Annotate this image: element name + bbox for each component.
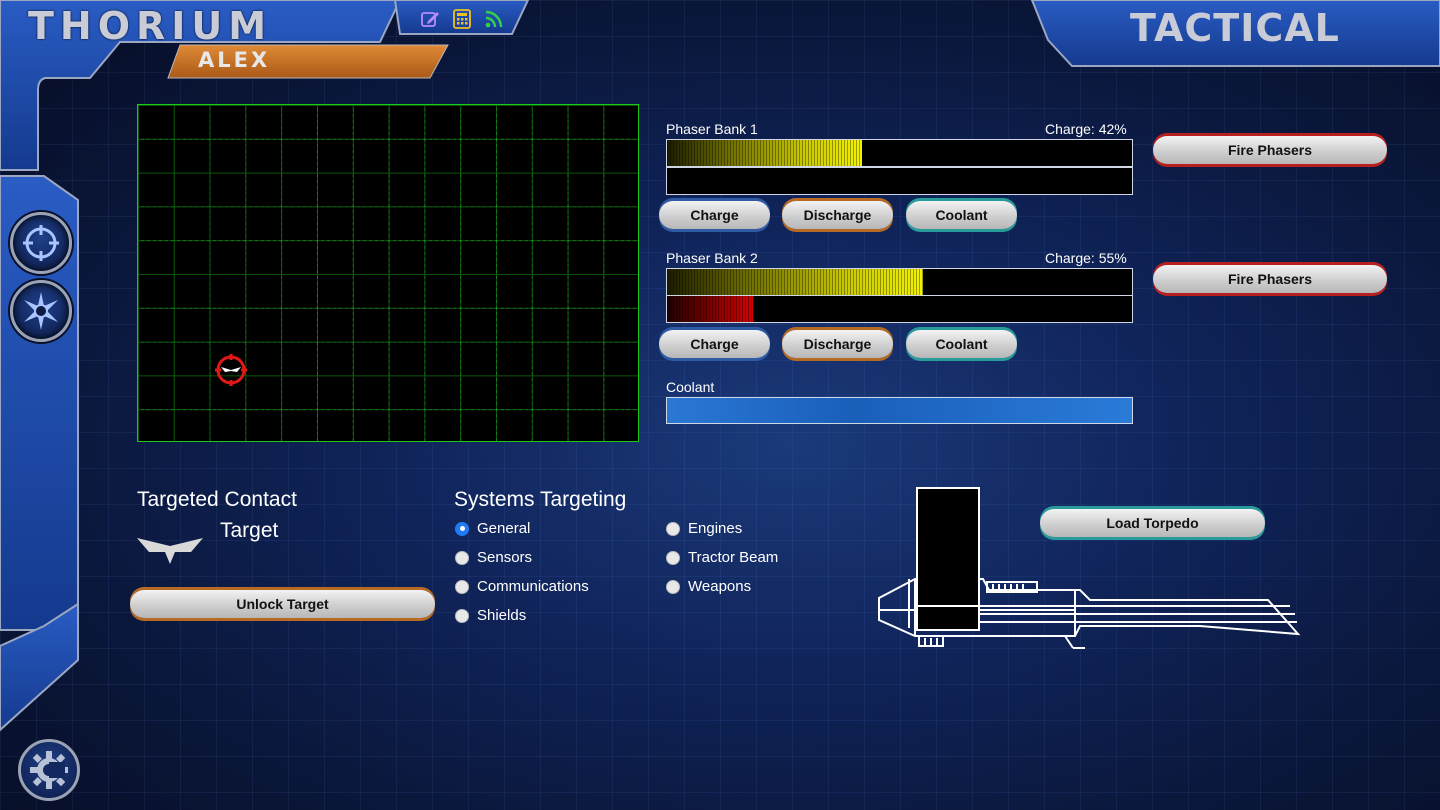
- targeted-contact-heading: Targeted Contact: [137, 488, 297, 511]
- phaser-bank-2-heat-fill: [667, 296, 754, 322]
- system-option-shields[interactable]: Shields: [455, 607, 526, 624]
- radio-icon[interactable]: [666, 521, 680, 536]
- radio-icon[interactable]: [666, 550, 680, 565]
- radio-selected-icon[interactable]: [455, 521, 469, 536]
- phaser-bank-1-label: Phaser Bank 1: [666, 121, 758, 137]
- phaser-bank-1-discharge-button[interactable]: Discharge: [782, 201, 893, 229]
- phaser-bank-1-charge-fill: [667, 140, 863, 166]
- system-option-general[interactable]: General: [455, 520, 530, 537]
- phaser-bank-1-charge-bar: [666, 139, 1133, 167]
- system-option-weapons[interactable]: Weapons: [666, 578, 751, 595]
- station-title: TACTICAL: [1130, 6, 1340, 50]
- app-brand: THORIUM: [28, 4, 273, 48]
- phaser-bank-1-coolant-button[interactable]: Coolant: [906, 201, 1017, 229]
- phaser-bank-2-charge-button[interactable]: Charge: [659, 330, 770, 358]
- phaser-bank-1-charge: Charge: 42%: [1045, 121, 1127, 137]
- phaser-bank-2-heat-bar: [666, 295, 1133, 323]
- coolant-label: Coolant: [666, 379, 715, 395]
- client-name: ALEX: [198, 48, 271, 72]
- system-option-communications[interactable]: Communications: [455, 578, 589, 595]
- systems-targeting-heading: Systems Targeting: [454, 488, 627, 511]
- radio-icon[interactable]: [455, 550, 469, 565]
- phasers-icon[interactable]: [10, 280, 72, 342]
- phaser-bank-1-charge-button[interactable]: Charge: [659, 201, 770, 229]
- edit-icon[interactable]: [419, 8, 441, 30]
- phaser-bank-2-charge-fill: [667, 269, 923, 295]
- calculator-icon[interactable]: [451, 8, 473, 30]
- phaser-bank-2-charge-bar: [666, 268, 1133, 296]
- phaser-bank-2-coolant-button[interactable]: Coolant: [906, 330, 1017, 358]
- system-option-sensors[interactable]: Sensors: [455, 549, 532, 566]
- system-option-engines[interactable]: Engines: [666, 520, 742, 537]
- coolant-level-bar: [666, 397, 1133, 424]
- rss-icon[interactable]: [483, 8, 505, 30]
- target-ship-icon: [137, 538, 203, 564]
- system-option-tractor-beam[interactable]: Tractor Beam: [666, 549, 778, 566]
- fire-phasers-2-button[interactable]: Fire Phasers: [1153, 265, 1387, 293]
- unlock-target-button[interactable]: Unlock Target: [130, 590, 435, 618]
- radio-icon[interactable]: [666, 579, 680, 594]
- fire-phasers-1-button[interactable]: Fire Phasers: [1153, 136, 1387, 164]
- phaser-bank-2-discharge-button[interactable]: Discharge: [782, 330, 893, 358]
- load-torpedo-button[interactable]: Load Torpedo: [1040, 509, 1265, 537]
- target-name: Target: [220, 519, 279, 542]
- phaser-bank-2-charge: Charge: 55%: [1045, 250, 1127, 266]
- phaser-bank-2-label: Phaser Bank 2: [666, 250, 758, 266]
- targeting-icon[interactable]: [10, 212, 72, 274]
- radio-icon[interactable]: [455, 608, 469, 623]
- settings-gear-icon[interactable]: [18, 739, 80, 801]
- radio-icon[interactable]: [455, 579, 469, 594]
- phaser-bank-1-heat-bar: [666, 167, 1133, 195]
- targeting-grid[interactable]: [137, 104, 639, 442]
- target-contact-marker[interactable]: [215, 354, 247, 386]
